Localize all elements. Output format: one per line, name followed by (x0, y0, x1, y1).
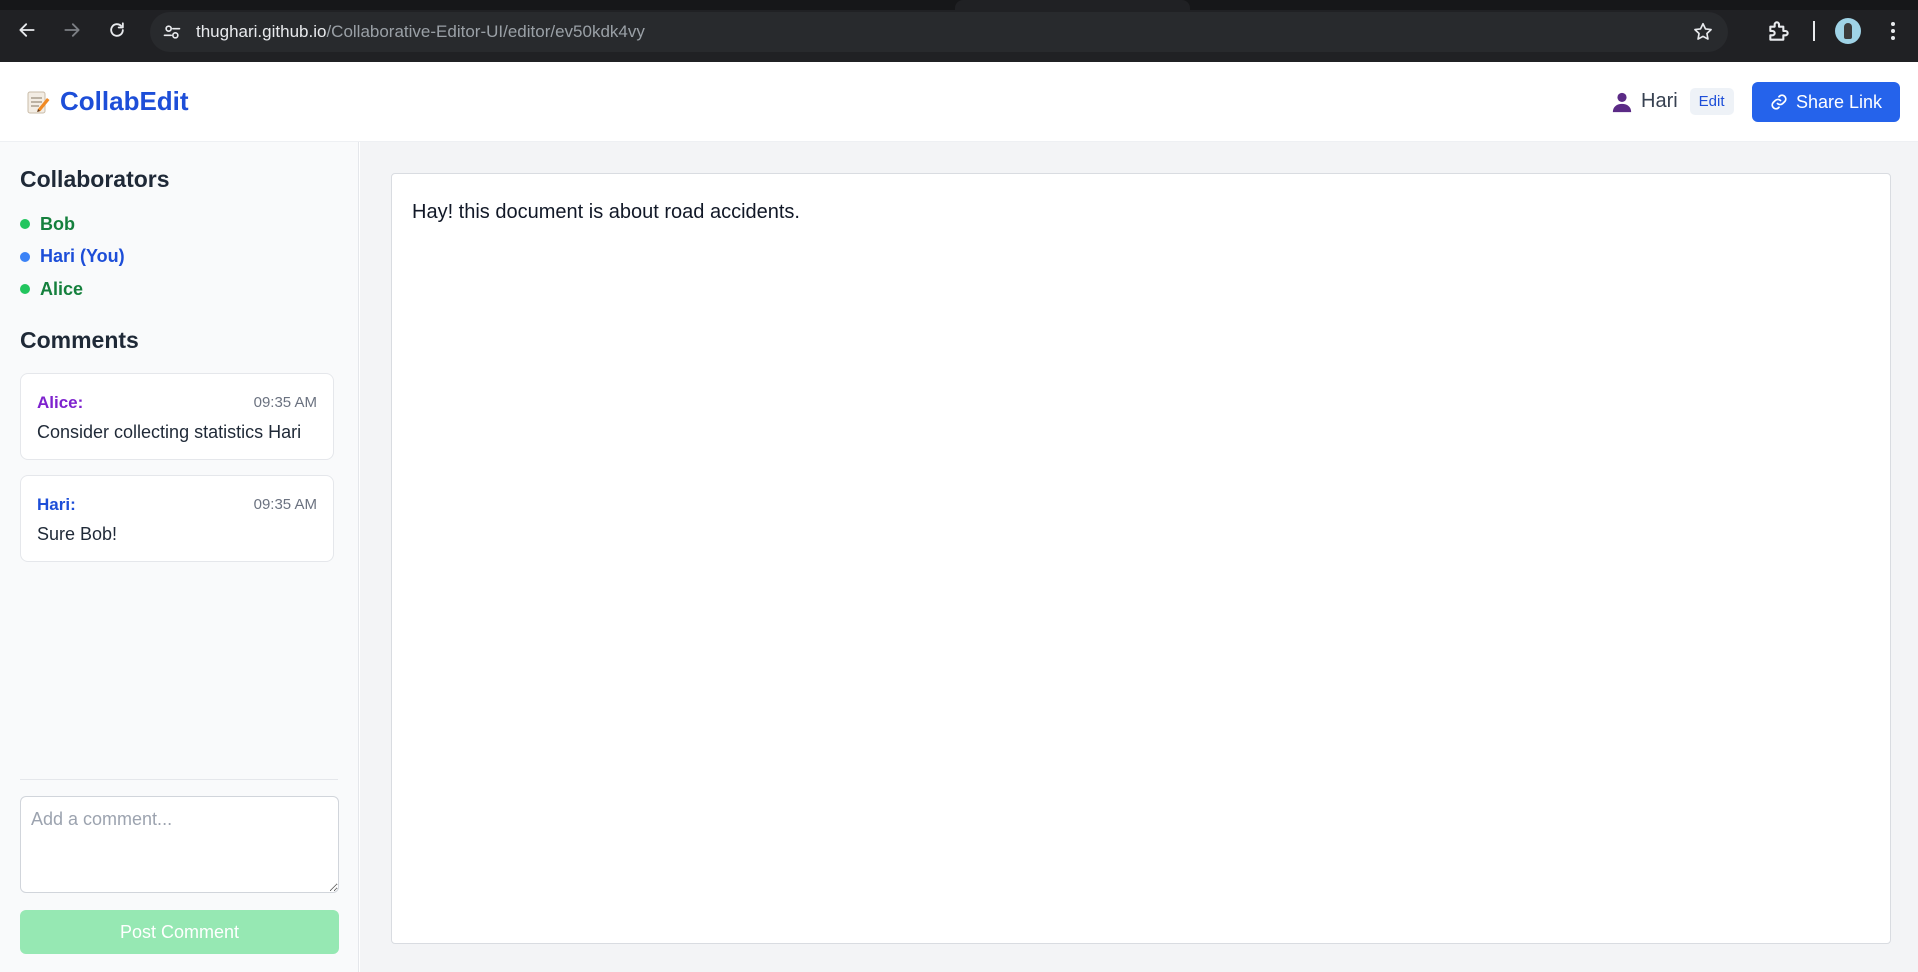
collaborator-name: Hari (You) (40, 246, 125, 267)
reload-button[interactable] (100, 13, 134, 47)
comment-card: Hari: 09:35 AM Sure Bob! (20, 475, 334, 562)
comment-input[interactable] (20, 796, 339, 893)
collaborator-item: Bob (20, 208, 125, 241)
comment-author: Alice: (37, 393, 84, 412)
current-user: Hari Edit (1611, 88, 1734, 115)
forward-button[interactable] (55, 13, 89, 47)
document-editor[interactable]: Hay! this document is about road acciden… (391, 173, 1891, 944)
link-icon (1771, 94, 1787, 110)
share-link-label: Share Link (1795, 91, 1883, 112)
kebab-dot-icon (1891, 29, 1895, 33)
editor-area: Hay! this document is about road acciden… (360, 142, 1918, 972)
role-badge: Edit (1689, 88, 1734, 115)
extensions-puzzle-icon[interactable] (1766, 18, 1792, 44)
browser-toolbar: thughari.github.io/Collaborative-Editor-… (0, 0, 1918, 62)
online-status-dot (20, 219, 30, 230)
toolbar-divider (1813, 21, 1815, 41)
comment-text: Sure Bob! (37, 524, 118, 544)
address-bar[interactable]: thughari.github.io/Collaborative-Editor-… (150, 12, 1728, 52)
kebab-dot-icon (1891, 22, 1895, 26)
collaborator-item: Hari (You) (20, 241, 125, 274)
user-icon (1612, 92, 1632, 112)
profile-avatar[interactable] (1835, 18, 1861, 44)
url-text[interactable]: thughari.github.io/Collaborative-Editor-… (196, 22, 645, 42)
collaborators-title: Collaborators (20, 166, 170, 192)
post-comment-button[interactable]: Post Comment (20, 910, 339, 954)
online-status-dot (20, 251, 30, 262)
back-button[interactable] (10, 13, 44, 47)
user-name: Hari (1641, 90, 1678, 112)
memo-icon (27, 91, 50, 113)
share-link-button[interactable]: Share Link (1752, 82, 1900, 122)
active-tab[interactable] (955, 0, 1190, 10)
app-logo[interactable]: CollabEdit (26, 86, 189, 117)
collaborator-name: Bob (40, 213, 75, 234)
comment-time: 09:35 AM (253, 394, 317, 411)
url-path: /Collaborative-Editor-UI/editor/ev50kdk4… (326, 22, 645, 41)
app-header: CollabEdit Hari Edit Share Link (0, 62, 1918, 142)
kebab-dot-icon (1891, 36, 1895, 40)
collaborators-list: Bob Hari (You) Alice (20, 208, 125, 306)
document-content[interactable]: Hay! this document is about road acciden… (412, 201, 800, 224)
comments-title: Comments (20, 327, 139, 353)
app-title: CollabEdit (60, 86, 189, 116)
comment-author: Hari: (37, 495, 76, 514)
tab-strip (0, 0, 1918, 10)
comment-card: Alice: 09:35 AM Consider collecting stat… (20, 373, 334, 460)
collaborator-name: Alice (40, 278, 84, 299)
url-host: thughari.github.io (196, 22, 327, 41)
comment-text: Consider collecting statistics Hari (37, 422, 302, 442)
browser-menu-button[interactable] (1880, 18, 1906, 44)
sidebar: Collaborators Bob Hari (You) Alice Comme… (0, 142, 359, 972)
arrow-right-icon (64, 23, 80, 37)
profile-figure-icon (1844, 23, 1852, 39)
reload-icon (110, 22, 124, 37)
sidebar-divider (20, 779, 338, 780)
arrow-left-icon (19, 23, 35, 37)
comment-time: 09:35 AM (253, 496, 317, 513)
site-settings-icon[interactable] (162, 22, 182, 42)
online-status-dot (20, 284, 30, 295)
collaborator-item: Alice (20, 273, 125, 306)
bookmark-star-icon[interactable] (1692, 21, 1714, 43)
